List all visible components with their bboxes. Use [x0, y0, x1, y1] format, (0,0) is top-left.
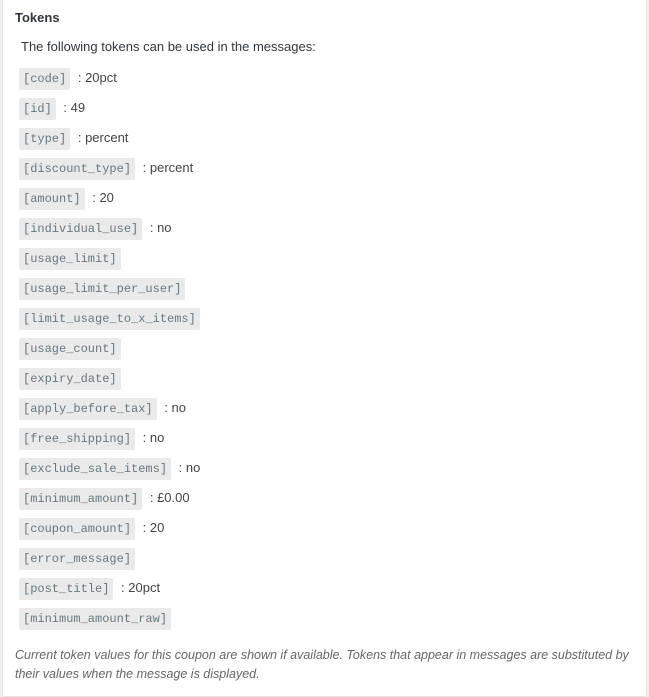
token-row: [amount] : 20 [19, 188, 634, 210]
tokens-footnote: Current token values for this coupon are… [15, 646, 634, 684]
token-code: [error_message] [19, 548, 135, 570]
token-row: [type] : percent [19, 128, 634, 150]
tokens-intro: The following tokens can be used in the … [21, 39, 634, 54]
token-code: [expiry_date] [19, 368, 121, 390]
token-value: : no [139, 430, 164, 445]
token-code: [individual_use] [19, 218, 142, 240]
token-value: : 20 [139, 520, 164, 535]
token-value: : 20pct [117, 580, 160, 595]
token-row: [usage_limit_per_user] [19, 278, 634, 300]
token-code: [minimum_amount] [19, 488, 142, 510]
token-code: [limit_usage_to_x_items] [19, 308, 200, 330]
token-code: [usage_limit_per_user] [19, 278, 185, 300]
token-value: : percent [74, 130, 128, 145]
token-value: : no [175, 460, 200, 475]
token-code: [coupon_amount] [19, 518, 135, 540]
tokens-heading: Tokens [15, 10, 634, 25]
token-row: [expiry_date] [19, 368, 634, 390]
token-code: [usage_limit] [19, 248, 121, 270]
token-value: : no [146, 220, 171, 235]
token-row: [code] : 20pct [19, 68, 634, 90]
token-row: [error_message] [19, 548, 634, 570]
tokens-panel: Tokens The following tokens can be used … [2, 0, 647, 697]
token-code: [post_title] [19, 578, 113, 600]
token-code: [free_shipping] [19, 428, 135, 450]
token-code: [exclude_sale_items] [19, 458, 171, 480]
token-value: : 49 [60, 100, 85, 115]
token-code: [minimum_amount_raw] [19, 608, 171, 630]
token-code: [amount] [19, 188, 85, 210]
token-row: [apply_before_tax] : no [19, 398, 634, 420]
token-row: [coupon_amount] : 20 [19, 518, 634, 540]
token-row: [exclude_sale_items] : no [19, 458, 634, 480]
token-row: [minimum_amount_raw] [19, 608, 634, 630]
token-row: [minimum_amount] : £0.00 [19, 488, 634, 510]
token-value: : 20pct [74, 70, 117, 85]
token-code: [discount_type] [19, 158, 135, 180]
token-code: [id] [19, 98, 56, 120]
token-value: : 20 [89, 190, 114, 205]
token-row: [discount_type] : percent [19, 158, 634, 180]
token-code: [code] [19, 68, 70, 90]
token-row: [free_shipping] : no [19, 428, 634, 450]
token-value: : percent [139, 160, 193, 175]
token-row: [id] : 49 [19, 98, 634, 120]
token-value: : £0.00 [146, 490, 189, 505]
token-value: : no [161, 400, 186, 415]
token-row: [individual_use] : no [19, 218, 634, 240]
token-code: [type] [19, 128, 70, 150]
token-code: [apply_before_tax] [19, 398, 157, 420]
token-row: [post_title] : 20pct [19, 578, 634, 600]
token-row: [usage_count] [19, 338, 634, 360]
token-list: [code] : 20pct[id] : 49[type] : percent[… [19, 68, 634, 630]
token-row: [limit_usage_to_x_items] [19, 308, 634, 330]
token-code: [usage_count] [19, 338, 121, 360]
token-row: [usage_limit] [19, 248, 634, 270]
